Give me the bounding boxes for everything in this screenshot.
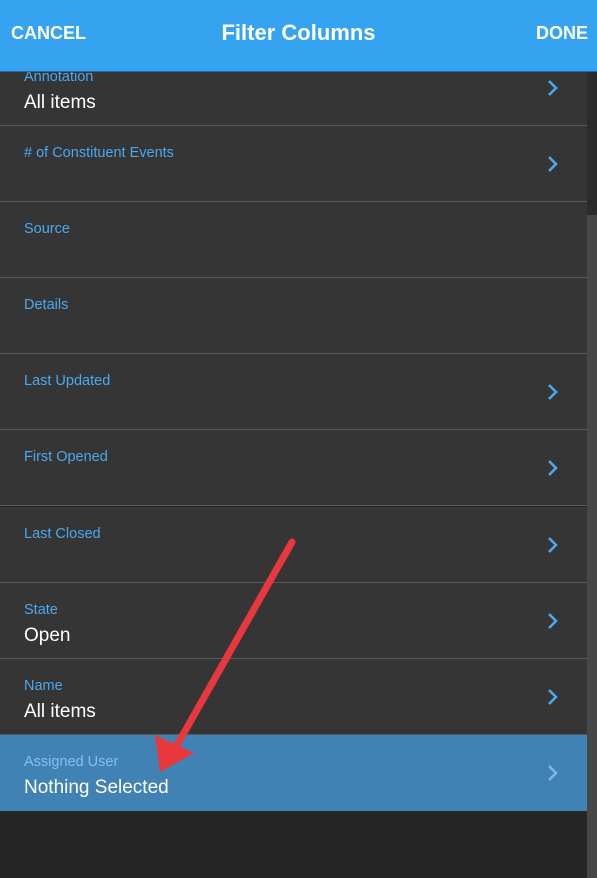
filter-row-constituent-events[interactable]: # of Constituent Events bbox=[0, 126, 587, 202]
filter-row-first-opened[interactable]: First Opened bbox=[0, 430, 587, 506]
filter-row-last-updated[interactable]: Last Updated bbox=[0, 354, 587, 430]
chevron-right-icon bbox=[548, 383, 558, 400]
chevron-right-icon bbox=[548, 612, 558, 629]
filter-row-last-closed[interactable]: Last Closed bbox=[0, 507, 587, 583]
filter-label: Last Closed bbox=[24, 526, 101, 542]
done-button[interactable]: DONE bbox=[536, 0, 588, 71]
filter-value: All items bbox=[24, 701, 96, 722]
header-bar: CANCEL Filter Columns DONE bbox=[0, 0, 597, 72]
filter-row-state[interactable]: State Open bbox=[0, 583, 587, 659]
empty-list-area bbox=[0, 811, 587, 878]
filter-value: All items bbox=[24, 92, 96, 113]
filter-label: State bbox=[24, 602, 58, 618]
filter-row-name[interactable]: Name All items bbox=[0, 659, 587, 735]
filter-row-details[interactable]: Details bbox=[0, 278, 587, 354]
filter-label: First Opened bbox=[24, 449, 108, 465]
scrollbar-thumb[interactable] bbox=[587, 215, 597, 878]
chevron-right-icon bbox=[548, 765, 558, 781]
filter-value: Open bbox=[24, 625, 71, 646]
filter-label: Source bbox=[24, 221, 70, 237]
filter-label: Details bbox=[24, 297, 69, 313]
filter-value: Nothing Selected bbox=[24, 777, 169, 798]
filter-label: # of Constituent Events bbox=[24, 145, 174, 161]
page-title: Filter Columns bbox=[221, 20, 376, 45]
chevron-right-icon bbox=[548, 688, 558, 705]
filter-label: Name bbox=[24, 678, 63, 694]
filter-row-assigned-user[interactable]: Assigned User Nothing Selected bbox=[0, 735, 587, 811]
chevron-right-icon bbox=[548, 459, 558, 476]
filter-row-source[interactable]: Source bbox=[0, 202, 587, 278]
chevron-right-icon bbox=[548, 79, 558, 96]
filter-label: Assigned User bbox=[24, 754, 119, 770]
chevron-right-icon bbox=[548, 536, 558, 553]
chevron-right-icon bbox=[548, 155, 558, 172]
filter-label: Last Updated bbox=[24, 373, 111, 389]
